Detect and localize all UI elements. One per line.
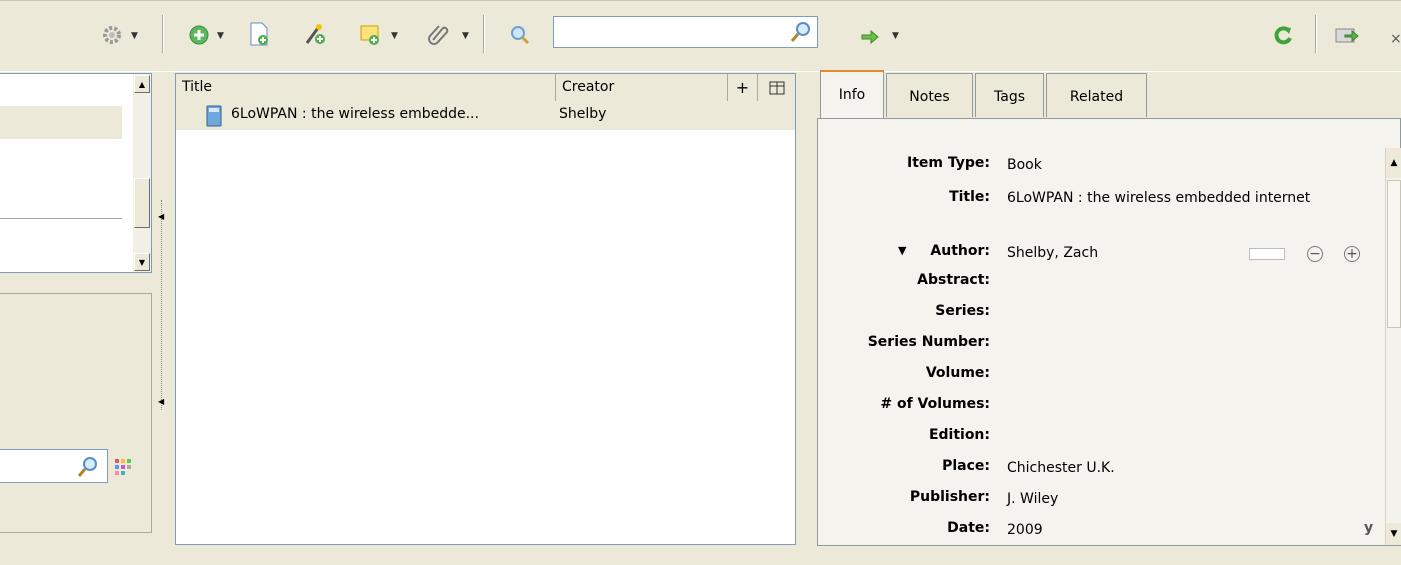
locate-arrow-icon[interactable] [860, 30, 880, 44]
note-dropdown-icon[interactable]: ▼ [391, 31, 398, 41]
collection-row-selected[interactable] [0, 106, 122, 139]
field-label-author: Author: [930, 243, 990, 259]
separator [1315, 15, 1317, 53]
field-label-place: Place: [942, 458, 990, 474]
pane-splitter[interactable] [161, 200, 163, 410]
remove-author-button[interactable]: − [1307, 246, 1323, 262]
item-info-panel: Item Type: Book Title: 6LoWPAN : the wir… [817, 118, 1401, 546]
scroll-down-icon[interactable]: ▼ [134, 253, 150, 271]
add-by-identifier-icon[interactable] [303, 21, 327, 47]
tag-selector [0, 293, 152, 533]
item-creator: Shelby [559, 106, 607, 122]
field-label-date: Date: [947, 520, 990, 536]
field-label-series: Series: [935, 303, 990, 319]
items-header: Title Creator + [176, 74, 795, 103]
new-item-icon[interactable] [187, 23, 211, 47]
tab-related[interactable]: Related [1046, 73, 1147, 117]
field-value-publisher[interactable]: J. Wiley [1007, 489, 1347, 509]
advanced-search-icon[interactable] [508, 23, 532, 47]
tag-filter-input[interactable] [0, 449, 108, 483]
field-label-series-number: Series Number: [867, 334, 990, 350]
author-type-toggle[interactable] [1249, 248, 1285, 260]
tab-tags[interactable]: Tags [975, 73, 1044, 117]
field-label-abstract: Abstract: [917, 272, 990, 288]
fullscreen-icon[interactable] [1334, 25, 1360, 47]
new-standalone-note-icon[interactable] [358, 21, 382, 47]
search-box[interactable] [553, 16, 818, 48]
item-title: 6LoWPAN : the wireless embedde... [231, 106, 479, 122]
scroll-down-icon[interactable]: ▼ [1386, 523, 1401, 545]
tab-info[interactable]: Info [820, 70, 884, 120]
tab-notes[interactable]: Notes [886, 73, 973, 117]
field-label-title: Title: [949, 189, 990, 205]
field-value-author[interactable]: Shelby, Zach [1007, 243, 1347, 263]
field-label-edition: Edition: [928, 427, 990, 443]
gear-dropdown-icon[interactable]: ▼ [131, 31, 138, 41]
search-input[interactable] [558, 21, 782, 45]
field-value-place[interactable]: Chichester U.K. [1007, 458, 1347, 478]
tag-colors-icon[interactable] [115, 459, 131, 475]
sync-icon[interactable] [1271, 23, 1295, 47]
gear-icon[interactable] [100, 23, 124, 47]
toolbar: ▼ ▼ ▼ ▼ ▼ × [0, 0, 1401, 72]
item-tabs: Info Notes Tags Related [820, 70, 1401, 120]
field-label-item-type: Item Type: [907, 155, 990, 171]
field-value-date[interactable]: 2009 [1007, 520, 1347, 540]
book-icon [206, 104, 222, 128]
field-label-num-volumes: # of Volumes: [880, 396, 990, 412]
field-label-volume: Volume: [925, 365, 990, 381]
field-value-item-type[interactable]: Book [1007, 155, 1347, 175]
date-ymd-indicator: y [1364, 520, 1374, 536]
attachment-icon[interactable] [426, 21, 450, 47]
field-label-publisher: Publisher: [909, 489, 990, 505]
collection-divider [0, 218, 122, 219]
collections-list[interactable]: ▲ ▼ [0, 73, 152, 273]
scroll-thumb[interactable] [1387, 180, 1401, 328]
collapse-left-icon[interactable]: ◀ [158, 212, 164, 221]
scroll-up-icon[interactable]: ▲ [134, 75, 150, 93]
column-header-creator[interactable]: Creator [556, 74, 728, 101]
new-note-icon[interactable] [247, 21, 271, 47]
table-row[interactable]: 6LoWPAN : the wireless embedde... Shelby [176, 102, 795, 130]
item-pane-scrollbar[interactable]: ▲ ▼ [1385, 148, 1401, 545]
tag-search-icon[interactable] [76, 455, 100, 479]
locate-dropdown-icon[interactable]: ▼ [892, 31, 899, 41]
separator [483, 15, 485, 53]
close-icon[interactable]: × [1390, 31, 1401, 47]
items-tree[interactable]: Title Creator + 6LoWPAN : the wireless e… [175, 73, 796, 545]
column-picker-icon[interactable] [758, 74, 795, 101]
field-value-title[interactable]: 6LoWPAN : the wireless embedded internet [1007, 188, 1327, 208]
column-header-title[interactable]: Title [176, 74, 556, 101]
scroll-up-icon[interactable]: ▲ [1386, 148, 1401, 178]
status-bar [0, 547, 1401, 565]
new-item-dropdown-icon[interactable]: ▼ [217, 31, 224, 41]
collapse-left-icon[interactable]: ◀ [158, 397, 164, 406]
attachment-dropdown-icon[interactable]: ▼ [462, 31, 469, 41]
add-column-button[interactable]: + [728, 74, 758, 101]
pane-splitter[interactable] [806, 80, 808, 540]
scroll-thumb[interactable] [134, 178, 150, 228]
search-magnifier-icon[interactable] [789, 20, 813, 44]
add-author-button[interactable]: + [1344, 246, 1360, 262]
separator [162, 15, 164, 53]
collections-scrollbar[interactable]: ▲ ▼ [133, 74, 151, 272]
